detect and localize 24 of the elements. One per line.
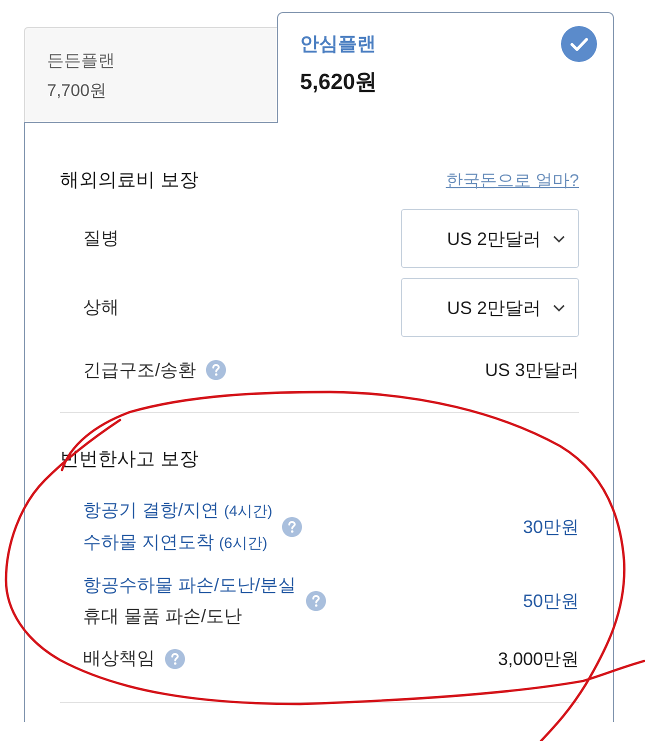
plan-tab[interactable]: 안심플랜 5,620원 xyxy=(277,12,614,123)
help-icon[interactable] xyxy=(282,517,302,537)
coverage-label: 항공수하물 파손/도난/분실 xyxy=(83,574,296,597)
coverage-label: 수하물 지연도착 (6시간) xyxy=(83,531,268,554)
plan-tab[interactable]: 든든플랜 7,700원 xyxy=(24,27,278,122)
coverage-label: 배상책임 xyxy=(83,647,155,670)
help-icon[interactable] xyxy=(206,360,226,380)
coverage-label: 휴대 물품 파손/도난 xyxy=(83,605,244,628)
check-icon xyxy=(561,26,597,62)
chevron-down-icon xyxy=(553,234,565,242)
coverage-label: 질병 xyxy=(83,227,119,250)
amount-dropdown[interactable]: US 2만달러 xyxy=(401,209,579,268)
help-icon[interactable] xyxy=(306,591,326,611)
coverage-amount: 30만원 xyxy=(522,516,579,539)
coverage-amount: 3,000만원 xyxy=(498,648,579,670)
help-icon[interactable] xyxy=(165,648,185,668)
section-heading: 해외의료비 보장 xyxy=(60,169,198,193)
coverage-label: 긴급구조/송환 xyxy=(83,358,196,382)
coverage-amount: US 3만달러 xyxy=(484,359,579,382)
chevron-down-icon xyxy=(553,304,565,312)
coverage-amount: 50만원 xyxy=(522,590,579,613)
amount-dropdown[interactable]: US 2만달러 xyxy=(401,278,579,337)
coverage-label: 상해 xyxy=(83,296,119,319)
coverage-label: 항공기 결항/지연 (4시간) xyxy=(83,499,272,522)
